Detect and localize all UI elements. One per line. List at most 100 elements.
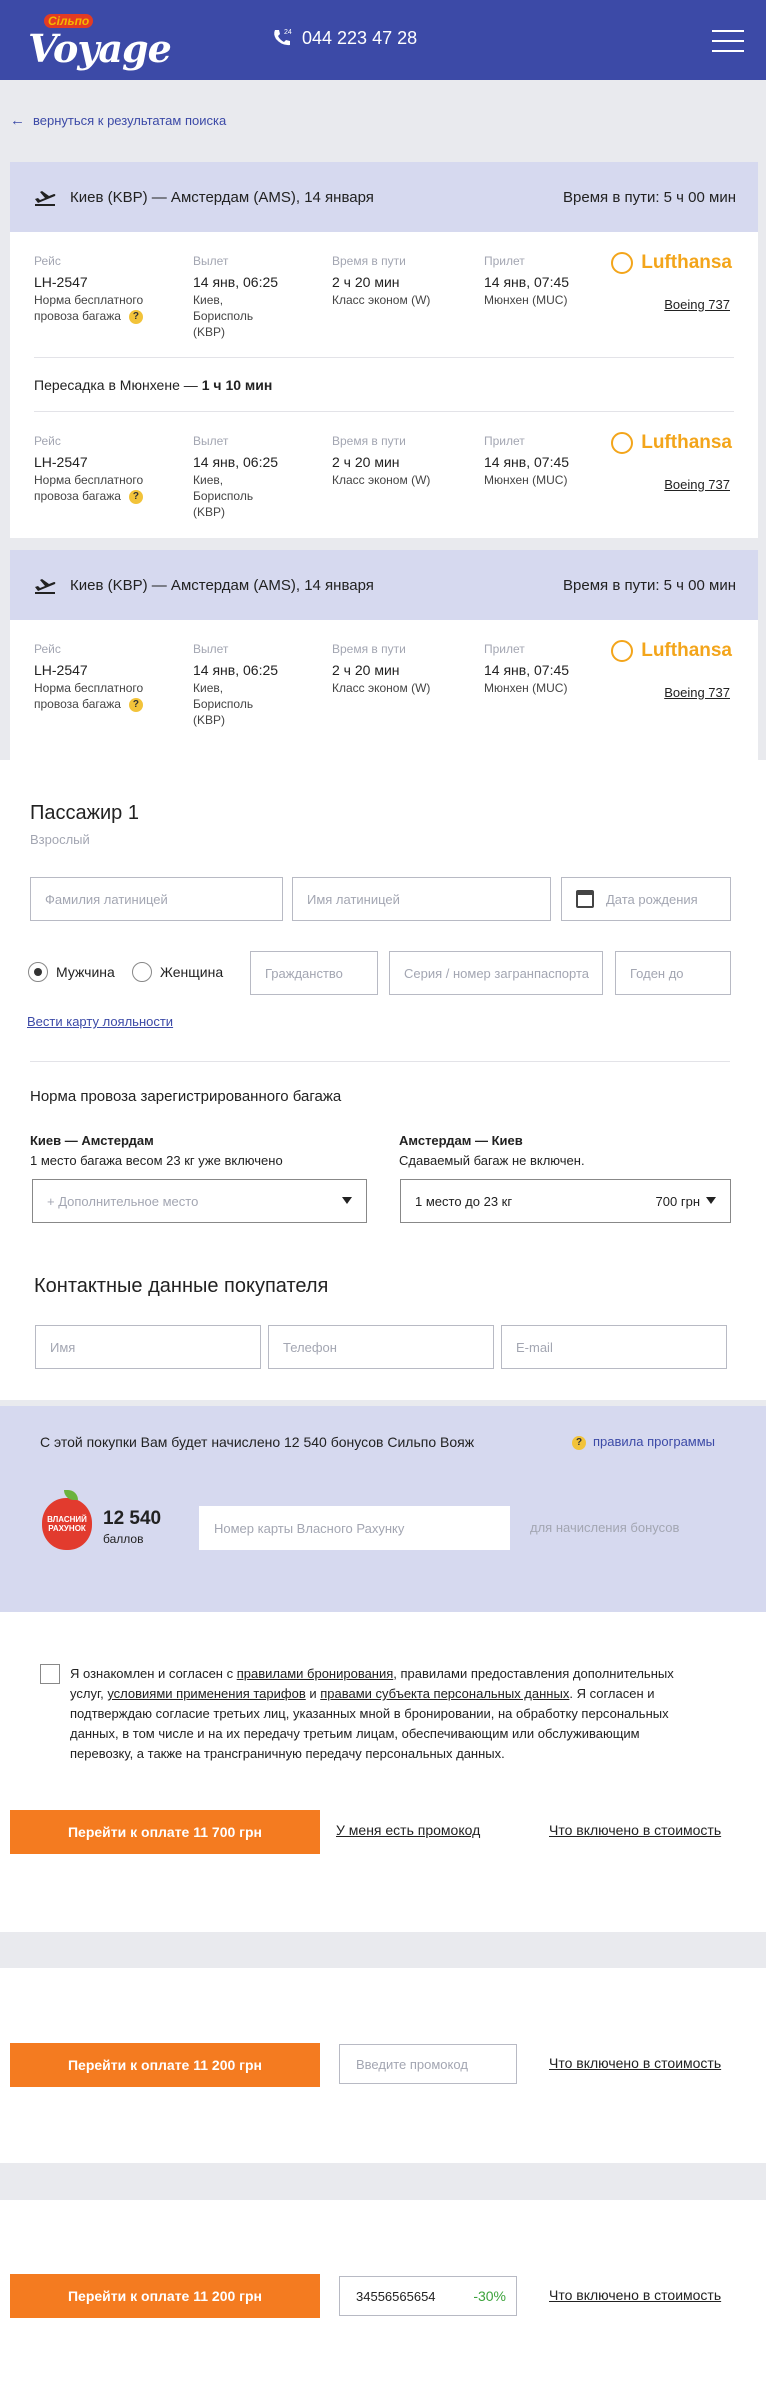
passport-field[interactable]: Серия / номер загранпаспорта xyxy=(389,951,603,995)
baggage-info: Норма бесплатного провоза багажа? xyxy=(34,292,164,324)
plane-takeoff-icon xyxy=(34,578,56,594)
menu-icon[interactable] xyxy=(712,30,744,52)
cabin-class: Класс эконом (W) xyxy=(332,681,431,695)
bonus-points-unit: баллов xyxy=(103,1532,144,1546)
arrival-label: Прилет xyxy=(484,642,525,656)
pay-button[interactable]: Перейти к оплате 11 700 грн xyxy=(10,1810,320,1854)
airline-logo: Lufthansa xyxy=(611,432,732,454)
agreement-checkbox[interactable] xyxy=(40,1664,60,1684)
pay-button[interactable]: Перейти к оплате 11 200 грн xyxy=(10,2274,320,2318)
arrival-label: Прилет xyxy=(484,254,525,268)
flight-row: Рейс LH-2547 Норма бесплатного провоза б… xyxy=(10,412,758,537)
passenger-title: Пассажир 1 xyxy=(30,802,139,824)
arrival-time: 14 янв, 07:45 xyxy=(484,662,570,678)
lufthansa-crane-icon xyxy=(611,640,634,662)
aircraft-link[interactable]: Boeing 737 xyxy=(664,477,730,492)
departure-col: Вылет 14 янв, 06:25 Киев, Борисполь (KBP… xyxy=(193,642,283,728)
segment-route: Киев (KBP) — Амстердам (AMS), 14 января xyxy=(70,188,374,206)
bonus-text: С этой покупки Вам будет начислено 12 54… xyxy=(40,1434,475,1450)
segment-duration: Время в пути: 5 ч 00 мин xyxy=(563,576,736,594)
departure-col: Вылет 14 янв, 06:25 Киев, Борисполь (KBP… xyxy=(193,254,283,340)
promo-code-field[interactable]: Введите промокод xyxy=(339,2044,517,2084)
duration-col: Время в пути 2 ч 20 мин Класс эконом (W) xyxy=(332,642,430,696)
program-rules-link[interactable]: правила программы xyxy=(593,1434,715,1449)
contact-email-field[interactable]: E-mail xyxy=(501,1325,727,1369)
departure-time: 14 янв, 06:25 xyxy=(193,454,279,470)
segment-header: Киев (KBP) — Амстердам (AMS), 14 января … xyxy=(10,162,758,232)
pay-block-promo-applied: Перейти к оплате 11 200 грн 34556565654 … xyxy=(0,2200,766,2391)
pay-button[interactable]: Перейти к оплате 11 200 грн xyxy=(10,2043,320,2087)
transfer-label: Пересадка в Мюнхене — xyxy=(34,376,198,393)
baggage-left-route: Киев — Амстердам xyxy=(30,1133,154,1148)
header: Voyage Сільпо 24 044 223 47 28 xyxy=(0,0,766,80)
logo-text: Voyage xyxy=(28,26,172,71)
contact-phone-field[interactable]: Телефон xyxy=(268,1325,494,1369)
help-icon[interactable]: ? xyxy=(128,697,143,712)
loyalty-card-field[interactable]: Номер карты Власного Рахунку xyxy=(199,1506,510,1550)
svg-text:24: 24 xyxy=(284,29,292,36)
help-icon[interactable]: ? xyxy=(128,489,143,504)
booking-rules-link[interactable]: правилами бронирования xyxy=(237,1666,394,1681)
baggage-right-info: Сдаваемый багаж не включен. xyxy=(399,1153,585,1168)
baggage-title: Норма провоза зарегистрированного багажа xyxy=(30,1088,342,1105)
phone-block[interactable]: 24 044 223 47 28 xyxy=(270,26,417,50)
whats-included-link[interactable]: Что включено в стоимость xyxy=(549,2055,721,2071)
help-icon[interactable]: ? xyxy=(128,309,143,324)
arrival-col: Прилет 14 янв, 07:45 Мюнхен (MUC) xyxy=(484,434,569,488)
departure-place: Киев, Борисполь (KBP) xyxy=(193,473,254,519)
flight-number: LH-2547 xyxy=(34,662,88,678)
help-icon[interactable]: ? xyxy=(572,1436,586,1450)
card-logo-text: ВЛАСНИЙ РАХУНОК xyxy=(47,1515,87,1533)
segment-duration: Время в пути: 5 ч 00 мин xyxy=(563,188,736,206)
surname-field[interactable]: Фамилия латиницей xyxy=(30,877,283,921)
duration-label: Время в пути xyxy=(332,642,406,656)
baggage-text: Норма бесплатного провоза багажа xyxy=(34,293,144,323)
return-baggage-select[interactable]: 1 место до 23 кг 700 грн xyxy=(400,1179,731,1223)
back-to-results-link[interactable]: ← вернуться к результатам поиска xyxy=(10,112,226,129)
female-label: Женщина xyxy=(160,964,224,980)
tariff-terms-link[interactable]: условиями применения тарифов xyxy=(107,1686,305,1701)
contact-name-field[interactable]: Имя xyxy=(35,1325,261,1369)
lufthansa-crane-icon xyxy=(611,432,634,454)
arrival-label: Прилет xyxy=(484,434,525,448)
baggage-right-route: Амстердам — Киев xyxy=(399,1133,523,1148)
divider xyxy=(30,1061,730,1062)
flight-duration: 2 ч 20 мин xyxy=(332,274,400,290)
whats-included-link[interactable]: Что включено в стоимость xyxy=(549,2287,721,2303)
voyage-logo[interactable]: Voyage Сільпо xyxy=(28,14,172,71)
loyalty-card-link[interactable]: Вести карту лояльности xyxy=(27,1014,173,1029)
transfer-time: 1 ч 10 мин xyxy=(201,376,273,393)
flight-row: Рейс LH-2547 Норма бесплатного провоза б… xyxy=(10,620,758,745)
cabin-class: Класс эконом (W) xyxy=(332,293,431,307)
contact-title: Контактные данные покупателя xyxy=(34,1275,329,1297)
personal-data-link[interactable]: правами субъекта персональных данных xyxy=(320,1686,569,1701)
aircraft-link[interactable]: Boeing 737 xyxy=(664,297,730,312)
promo-discount: -30% xyxy=(473,2288,506,2304)
lufthansa-crane-icon xyxy=(611,252,634,274)
flight-label: Рейс xyxy=(34,254,61,268)
arrival-time: 14 янв, 07:45 xyxy=(484,454,570,470)
return-baggage-price: 700 грн xyxy=(655,1193,700,1209)
plane-takeoff-icon xyxy=(34,190,56,206)
agreement-section: Я ознакомлен и согласен с правилами брон… xyxy=(0,1612,766,1932)
dropdown-arrow-icon xyxy=(706,1197,716,1204)
passport-valid-field[interactable]: Годен до xyxy=(615,951,731,995)
promo-code-field[interactable]: 34556565654 -30% xyxy=(339,2276,517,2316)
gender-male-radio[interactable]: Мужчина xyxy=(28,962,115,982)
bonus-section: С этой покупки Вам будет начислено 12 54… xyxy=(0,1406,766,1612)
first-name-field[interactable]: Имя латиницей xyxy=(292,877,551,921)
agreement-part: Я ознакомлен и согласен с xyxy=(70,1666,237,1681)
baggage-text: Норма бесплатного провоза багажа xyxy=(34,681,144,711)
citizenship-field[interactable]: Гражданство xyxy=(250,951,378,995)
flight-duration: 2 ч 20 мин xyxy=(332,454,400,470)
male-label: Мужчина xyxy=(56,964,115,980)
gender-female-radio[interactable]: Женщина xyxy=(132,962,223,982)
have-promo-link[interactable]: У меня есть промокод xyxy=(336,1822,480,1838)
whats-included-link[interactable]: Что включено в стоимость xyxy=(549,1822,721,1838)
birth-date-field[interactable]: Дата рождения xyxy=(561,877,731,921)
return-baggage-value: 1 место до 23 кг xyxy=(415,1193,513,1209)
aircraft-link[interactable]: Boeing 737 xyxy=(664,685,730,700)
extra-baggage-select[interactable]: + Дополнительное место xyxy=(32,1179,367,1223)
arrival-place: Мюнхен (MUC) xyxy=(484,293,568,307)
flight-row: Рейс LH-2547 Норма бесплатного провоза б… xyxy=(10,232,758,357)
